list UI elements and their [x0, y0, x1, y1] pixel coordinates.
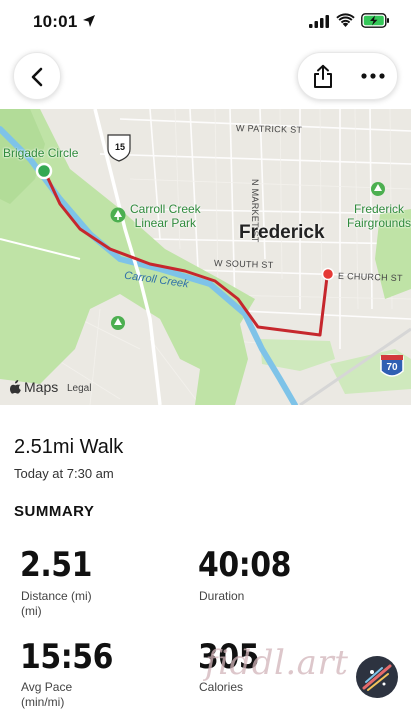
ellipsis-icon[interactable]: [361, 73, 385, 79]
cellular-signal-icon: [309, 15, 329, 28]
pace-label: Avg Pace (min/mi): [21, 680, 72, 710]
maps-brand-text: Maps: [24, 379, 59, 395]
pace-value: 15:56: [20, 637, 114, 677]
legal-link[interactable]: Legal: [67, 383, 91, 394]
fairgrounds-label[interactable]: Frederick Fairgrounds: [347, 202, 411, 230]
battery-charging-icon: [361, 13, 389, 28]
share-icon[interactable]: [311, 64, 335, 90]
duration-label: Duration: [199, 589, 245, 603]
route-shield-label: 15: [114, 142, 125, 152]
duration-value: 40:08: [198, 545, 292, 585]
start-location-label: Brigade Circle: [3, 146, 79, 160]
distance-label-line2: (mi): [21, 604, 42, 618]
location-arrow-icon: [83, 15, 95, 27]
status-bar: 10:01: [0, 0, 411, 46]
summary-heading: SUMMARY: [14, 503, 95, 520]
workout-time: Today at 7:30 am: [14, 466, 114, 481]
street-label-south: W SOUTH ST: [213, 257, 274, 271]
chevron-left-icon: [31, 67, 43, 87]
apple-maps-brand: Maps: [10, 379, 58, 395]
fairgrounds-label-line2: Fairgrounds: [347, 216, 411, 230]
status-time: 10:01: [33, 12, 78, 31]
distance-label-line1: Distance (mi): [21, 589, 92, 603]
back-button[interactable]: [13, 52, 61, 100]
distance-value: 2.51: [20, 545, 93, 585]
distance-label: Distance (mi) (mi): [21, 589, 92, 619]
city-label: Frederick: [239, 222, 325, 243]
park-label-line2: Linear Park: [134, 216, 197, 230]
watermark-logo: [356, 656, 398, 698]
fairgrounds-label-line1: Frederick: [354, 202, 405, 216]
watermark-logo-art: [362, 664, 392, 691]
apple-logo-icon: [10, 380, 21, 394]
wifi-icon: [336, 13, 355, 27]
street-label-patrick: W PATRICK ST: [235, 123, 303, 135]
route-map[interactable]: W PATRICK ST N MARKET ST W SOUTH ST E CH…: [0, 109, 411, 405]
workout-title: 2.51mi Walk: [14, 436, 124, 458]
park-label[interactable]: Carroll Creek Linear Park: [130, 202, 201, 230]
watermark-text: fiddl.art: [205, 643, 349, 683]
interstate-shield-label: 70: [386, 362, 398, 373]
park-marker-icon: [110, 207, 126, 223]
park-label-line1: Carroll Creek: [130, 202, 201, 216]
pace-label-line1: Avg Pace: [21, 680, 73, 694]
actions-pill: [297, 52, 398, 100]
pace-label-line2: (min/mi): [21, 695, 65, 709]
